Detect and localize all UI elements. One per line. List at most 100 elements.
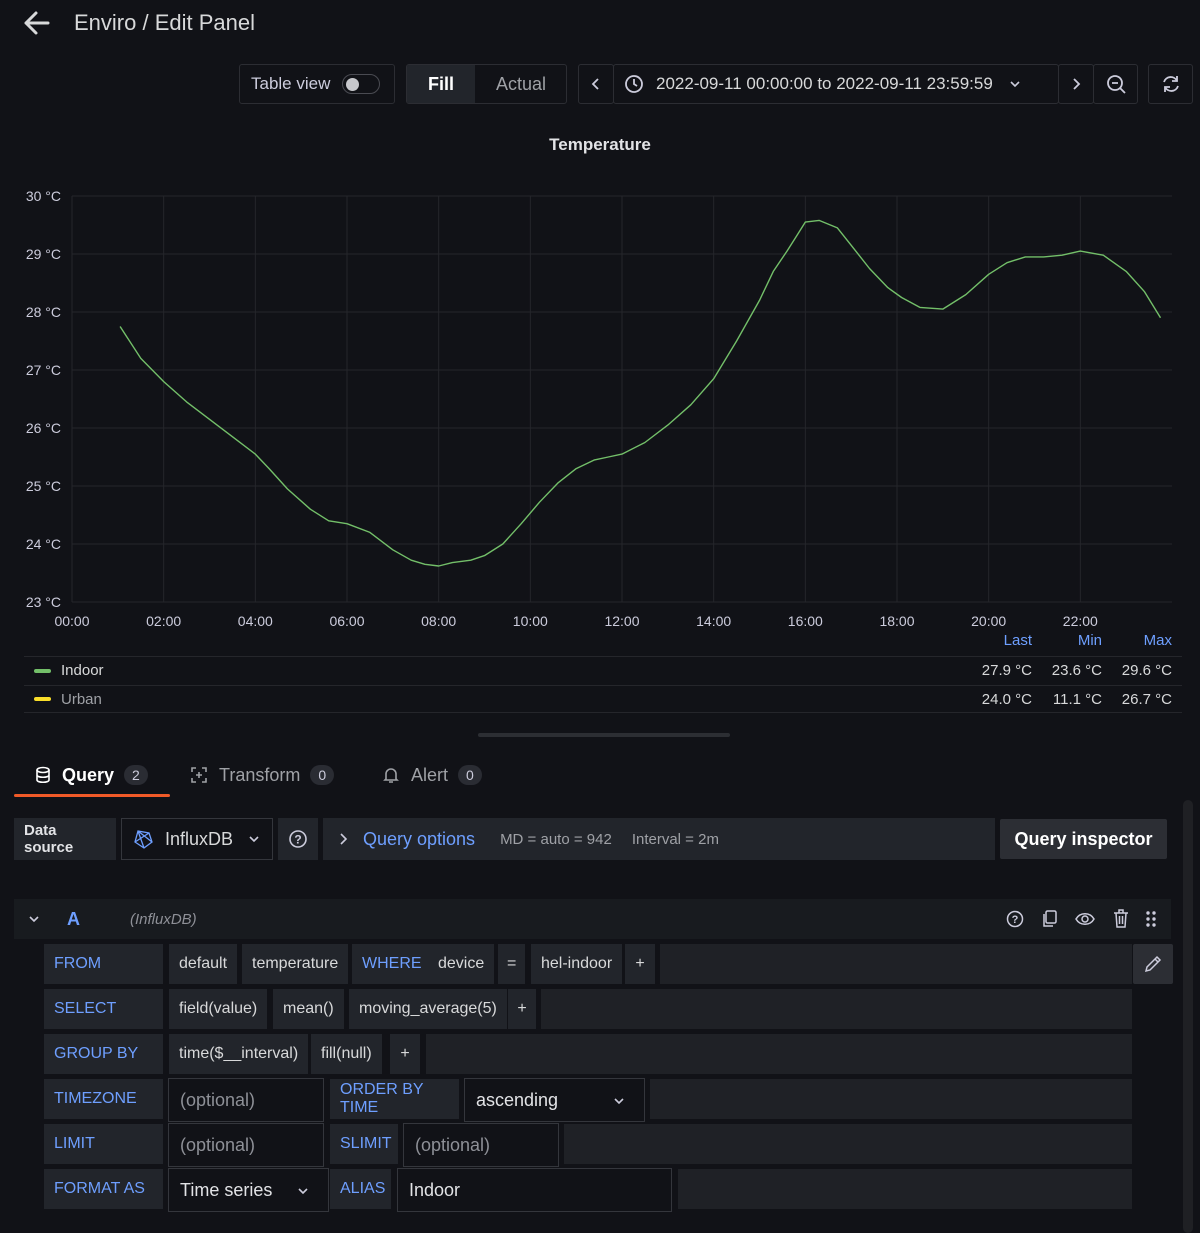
y-tick-label: 25 °C	[26, 478, 61, 494]
legend-series-name[interactable]: Indoor	[61, 662, 104, 679]
x-tick-label: 04:00	[238, 613, 273, 629]
tab-query-count: 2	[124, 765, 148, 785]
pencil-icon	[1144, 955, 1162, 973]
slimit-input[interactable]: (optional)	[403, 1123, 559, 1167]
x-tick-label: 02:00	[146, 613, 181, 629]
datasource-help-button[interactable]: ?	[278, 818, 318, 860]
alias-input[interactable]: Indoor	[397, 1168, 672, 1212]
table-view-switch[interactable]	[342, 74, 381, 94]
where-tag-value[interactable]: hel-indoor	[531, 944, 623, 984]
x-tick-label: 10:00	[513, 613, 548, 629]
where-tag-key[interactable]: device	[428, 944, 495, 984]
chart-title: Temperature	[549, 135, 651, 154]
select-field[interactable]: field(value)	[169, 989, 268, 1029]
page-title: Enviro / Edit Panel	[74, 10, 255, 35]
table-view-toggle[interactable]: Table view	[239, 64, 395, 104]
y-tick-label: 27 °C	[26, 362, 61, 378]
x-tick-label: 14:00	[696, 613, 731, 629]
fill-button[interactable]: Fill	[407, 65, 475, 103]
chevron-down-icon	[1010, 81, 1020, 88]
row-filler	[564, 1124, 1132, 1164]
legend-max-value: 26.7 °C	[1121, 690, 1172, 708]
tab-transform[interactable]: Transform 0	[190, 752, 335, 798]
refresh-icon	[1162, 76, 1179, 92]
chevron-right-icon	[1073, 78, 1081, 90]
timezone-input[interactable]: (optional)	[168, 1078, 324, 1122]
chevron-left-icon	[591, 78, 599, 90]
trash-icon[interactable]	[1111, 908, 1131, 930]
select-aggregation[interactable]: mean()	[273, 989, 344, 1029]
time-forward-button[interactable]	[1058, 64, 1094, 104]
query-options-bar[interactable]: Query options MD = auto = 942 Interval =…	[323, 818, 995, 860]
legend-last-value: 24.0 °C	[981, 690, 1032, 708]
datasource-name: InfluxDB	[165, 828, 234, 849]
drag-handle-icon[interactable]	[1144, 909, 1158, 929]
actual-button[interactable]: Actual	[475, 65, 566, 103]
eye-icon[interactable]	[1074, 909, 1096, 929]
help-icon: ?	[289, 830, 307, 848]
collapse-chevron-icon[interactable]	[28, 914, 40, 924]
tab-transform-count: 0	[310, 765, 335, 785]
y-tick-label: 26 °C	[26, 420, 61, 436]
from-policy[interactable]: default	[169, 944, 238, 984]
fill-actual-toggle: Fill Actual	[406, 64, 567, 104]
legend-col-max[interactable]: Max	[1100, 632, 1172, 649]
tab-alert[interactable]: Alert 0	[382, 752, 482, 798]
legend-min-value: 23.6 °C	[1051, 662, 1102, 679]
tab-query-label: Query	[62, 764, 115, 785]
legend-row-urban[interactable]: Urban 24.0 °C 11.1 °C 26.7 °C	[24, 685, 1182, 713]
back-arrow-icon[interactable]	[22, 8, 50, 40]
legend-row-indoor[interactable]: Indoor 27.9 °C 23.6 °C 29.6 °C	[24, 656, 1182, 684]
group-by-fill[interactable]: fill(null)	[311, 1034, 382, 1074]
query-datasource-name: (InfluxDB)	[130, 910, 197, 928]
edit-raw-query-button[interactable]	[1133, 944, 1173, 984]
tab-alert-count: 0	[458, 765, 482, 785]
y-tick-label: 28 °C	[26, 304, 61, 320]
y-tick-label: 30 °C	[26, 188, 61, 204]
min-interval: Interval = 2m	[631, 830, 719, 848]
query-ref-id[interactable]: A	[67, 909, 80, 930]
tab-query[interactable]: Query 2	[34, 752, 148, 798]
zoom-out-button[interactable]	[1093, 64, 1138, 104]
add-where-button[interactable]: +	[625, 944, 655, 984]
select-transformation[interactable]: moving_average(5)	[349, 989, 507, 1029]
help-icon[interactable]: ?	[1005, 909, 1025, 929]
legend-col-min[interactable]: Min	[1030, 632, 1102, 649]
datasource-picker[interactable]: InfluxDB	[121, 818, 273, 860]
duplicate-icon[interactable]	[1040, 909, 1060, 929]
limit-input[interactable]: (optional)	[168, 1123, 324, 1167]
row-filler	[678, 1169, 1132, 1209]
refresh-button[interactable]	[1148, 64, 1193, 104]
scrollbar[interactable]	[1183, 800, 1193, 1233]
where-keyword: WHERE	[352, 944, 432, 984]
format-as-select[interactable]: Time series	[168, 1168, 329, 1212]
legend-max-value: 29.6 °C	[1121, 662, 1172, 679]
add-select-button[interactable]: +	[508, 989, 536, 1029]
time-range-text: 2022-09-11 00:00:00 to 2022-09-11 23:59:…	[656, 74, 993, 93]
legend-min-value: 11.1 °C	[1052, 690, 1102, 708]
legend-col-last[interactable]: Last	[960, 632, 1032, 649]
from-keyword: FROM	[44, 944, 163, 984]
temperature-chart: 30 °C 29 °C 28 °C 27 °C 26 °C 25 °C 24 °C 23 °C…	[26, 188, 1172, 629]
order-select[interactable]: ascending	[464, 1078, 645, 1122]
influxdb-icon	[134, 830, 153, 849]
series-color-swatch[interactable]	[34, 697, 51, 701]
order-select-value: ascending	[476, 1089, 559, 1110]
chevron-down-icon	[249, 836, 259, 843]
add-group-by-button[interactable]: +	[390, 1034, 420, 1074]
group-by-time[interactable]: time($__interval)	[169, 1034, 309, 1074]
top-bar: Enviro / Edit Panel	[0, 0, 1200, 48]
x-tick-label: 16:00	[788, 613, 823, 629]
time-range-picker[interactable]: 2022-09-11 00:00:00 to 2022-09-11 23:59:…	[613, 64, 1059, 104]
where-operator[interactable]: =	[498, 944, 526, 984]
series-color-swatch[interactable]	[34, 668, 51, 673]
legend-series-name[interactable]: Urban	[61, 691, 102, 708]
panel-resize-handle[interactable]	[478, 733, 730, 737]
query-options-label[interactable]: Query options	[363, 829, 475, 850]
time-back-button[interactable]	[578, 64, 614, 104]
from-measurement[interactable]: temperature	[242, 944, 349, 984]
x-tick-label: 22:00	[1063, 613, 1098, 629]
query-inspector-button[interactable]: Query inspector	[1000, 819, 1167, 859]
query-row-header[interactable]: A (InfluxDB) ?	[14, 899, 1171, 939]
timezone-keyword: TIMEZONE	[44, 1079, 163, 1119]
